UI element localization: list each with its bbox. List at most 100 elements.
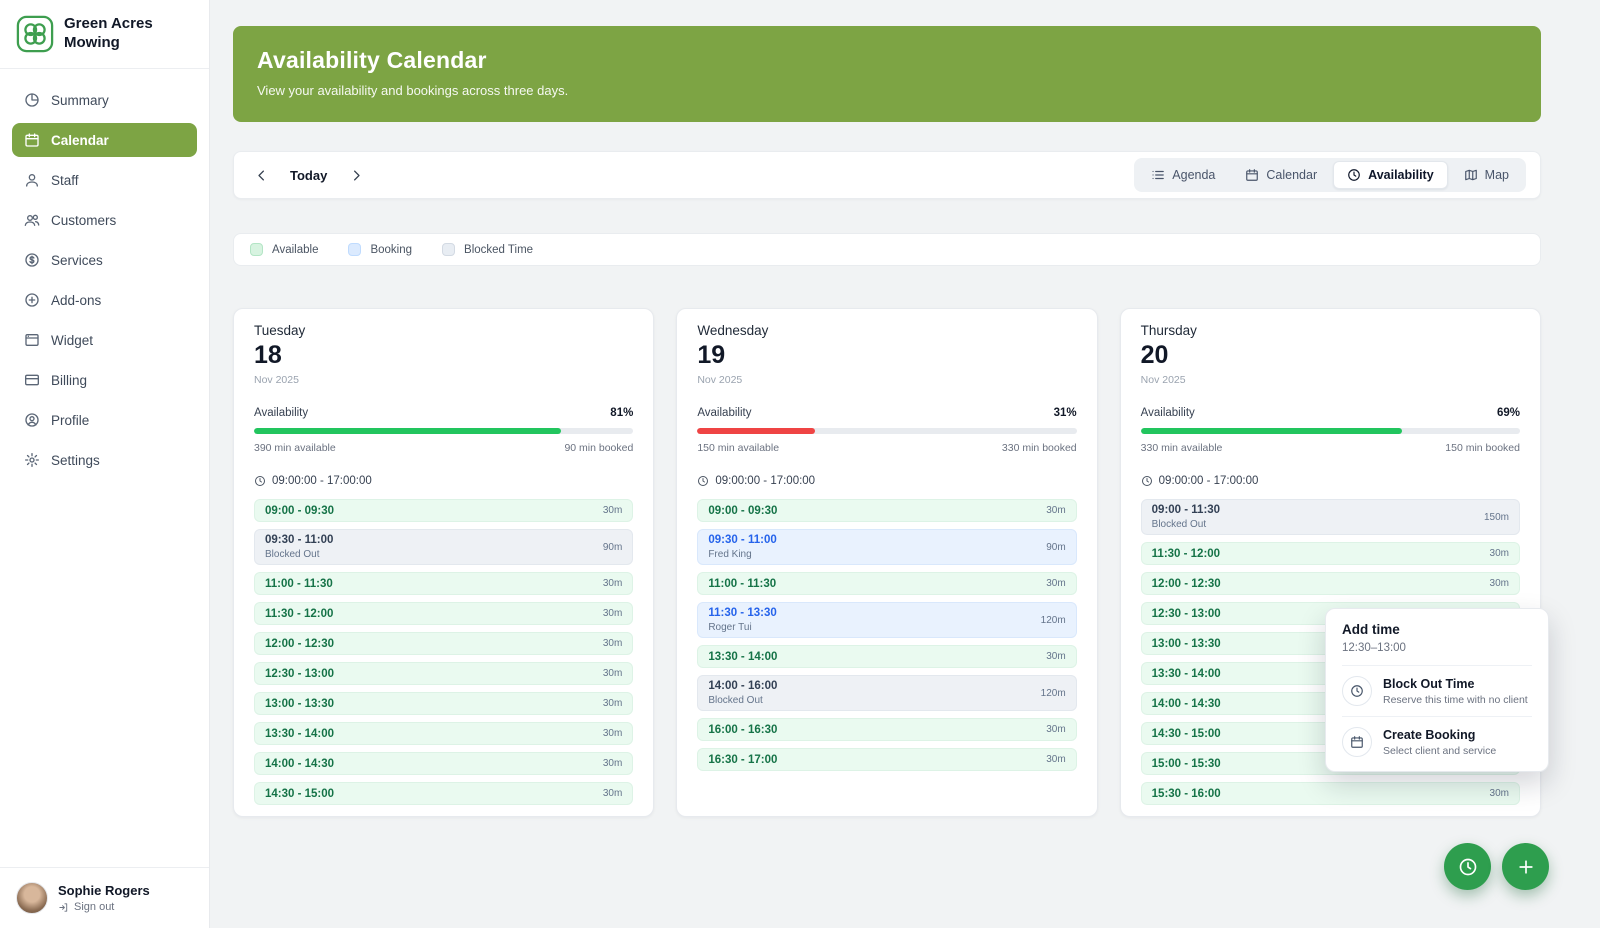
slot-duration: 30m — [603, 788, 622, 799]
person-icon — [24, 172, 40, 188]
sidebar-item-label: Summary — [51, 93, 109, 108]
time-slot-available[interactable]: 13:30 - 14:0030m — [697, 645, 1076, 668]
view-tab-map[interactable]: Map — [1450, 161, 1523, 189]
slot-time: 16:00 - 16:30 — [708, 724, 777, 736]
sign-out-link[interactable]: Sign out — [58, 901, 150, 913]
slot-time: 14:00 - 14:30 — [265, 758, 334, 770]
date-navigation: Today — [248, 162, 369, 188]
popover-options: Block Out TimeReserve this time with no … — [1342, 665, 1532, 767]
sidebar-item-summary[interactable]: Summary — [12, 83, 197, 117]
availability-progress-track — [697, 428, 1076, 434]
time-slot-available[interactable]: 12:00 - 12:3030m — [1141, 572, 1520, 595]
calendar-icon — [1245, 168, 1259, 182]
day-weekday: Wednesday — [697, 323, 1076, 338]
time-slot-blocked[interactable]: 09:30 - 11:00Blocked Out90m — [254, 529, 633, 565]
day-weekday: Tuesday — [254, 323, 633, 338]
sidebar-item-services[interactable]: Services — [12, 243, 197, 277]
view-tab-agenda[interactable]: Agenda — [1137, 161, 1229, 189]
view-tab-label: Map — [1485, 168, 1509, 182]
plus-fab-icon — [1516, 857, 1536, 877]
slot-time: 14:30 - 15:00 — [265, 788, 334, 800]
previous-day-button[interactable] — [248, 162, 274, 188]
sidebar-item-staff[interactable]: Staff — [12, 163, 197, 197]
time-slot-available[interactable]: 11:00 - 11:3030m — [254, 572, 633, 595]
time-slot-available[interactable]: 16:30 - 17:0030m — [697, 748, 1076, 771]
popover-option-desc: Reserve this time with no client — [1383, 694, 1528, 706]
clock-icon — [1342, 676, 1372, 706]
availability-label: Availability — [254, 407, 308, 419]
time-slot-available[interactable]: 09:00 - 09:3030m — [254, 499, 633, 522]
time-slot-booking[interactable]: 11:30 - 13:30Roger Tui120m — [697, 602, 1076, 638]
slot-time: 11:00 - 11:30 — [265, 578, 333, 590]
time-slot-available[interactable]: 16:00 - 16:3030m — [697, 718, 1076, 741]
time-slot-available[interactable]: 13:30 - 14:0030m — [254, 722, 633, 745]
slot-time: 09:00 - 09:30 — [708, 505, 777, 517]
sidebar-nav: Summary Calendar Staff Customers Services Add… — [0, 69, 209, 867]
sidebar-item-calendar[interactable]: Calendar — [12, 123, 197, 157]
time-slot-available[interactable]: 14:30 - 15:00 30m — [254, 782, 633, 805]
slot-time: 11:30 - 12:00 — [265, 608, 333, 620]
popover-option-label: Create Booking — [1383, 728, 1496, 742]
time-slot-available[interactable]: 12:30 - 13:0030m — [254, 662, 633, 685]
sidebar: Green Acres Mowing Summary Calendar Staff C… — [0, 0, 210, 928]
app-title: Green Acres Mowing — [64, 15, 193, 53]
slot-time: 09:00 - 09:30 — [265, 505, 334, 517]
time-slot-available[interactable]: 09:00 - 09:3030m — [697, 499, 1076, 522]
view-tab-availability[interactable]: Availability — [1333, 161, 1448, 189]
chevron-left-icon — [254, 168, 269, 183]
next-day-button[interactable] — [343, 162, 369, 188]
popover-option-create-booking[interactable]: Create BookingSelect client and service — [1342, 716, 1532, 767]
day-month-year: Nov 2025 — [254, 374, 633, 386]
today-button[interactable]: Today — [290, 168, 327, 183]
add-fab[interactable] — [1502, 843, 1549, 890]
popover-option-block-out-time[interactable]: Block Out TimeReserve this time with no … — [1342, 665, 1532, 716]
sidebar-item-customers[interactable]: Customers — [12, 203, 197, 237]
min-booked: 330 min booked — [1002, 442, 1077, 454]
view-tab-calendar[interactable]: Calendar — [1231, 161, 1331, 189]
slot-time: 12:30 - 13:00 — [1152, 608, 1221, 620]
slot-time: 13:00 - 13:30 — [265, 698, 334, 710]
sidebar-item-add-ons[interactable]: Add-ons — [12, 283, 197, 317]
sidebar-item-widget[interactable]: Widget — [12, 323, 197, 357]
min-available: 150 min available — [697, 442, 779, 454]
main-content: Availability Calendar View your availabi… — [210, 0, 1600, 928]
sidebar-item-billing[interactable]: Billing — [12, 363, 197, 397]
working-hours-text: 09:00:00 - 17:00:00 — [1159, 475, 1259, 487]
slot-time: 09:30 - 11:00 — [265, 534, 333, 546]
slot-time: 15:30 - 16:00 — [1152, 788, 1221, 800]
sidebar-item-settings[interactable]: Settings — [12, 443, 197, 477]
sidebar-item-label: Services — [51, 253, 103, 268]
slot-time: 09:00 - 11:30 — [1152, 504, 1220, 516]
slot-duration: 90m — [1046, 542, 1065, 553]
time-slot-available[interactable]: 15:30 - 16:0030m — [1141, 782, 1520, 805]
slot-time: 13:30 - 14:00 — [708, 651, 777, 663]
legend-item-booking[interactable]: Booking — [348, 243, 412, 256]
legend-item-available[interactable]: Available — [250, 243, 318, 256]
time-slot-available[interactable]: 11:00 - 11:3030m — [697, 572, 1076, 595]
time-slot-available[interactable]: 12:00 - 12:3030m — [254, 632, 633, 655]
availability-fab[interactable] — [1444, 843, 1491, 890]
time-slot-available[interactable]: 11:30 - 12:0030m — [1141, 542, 1520, 565]
slot-duration: 30m — [1490, 548, 1509, 559]
legend-item-blocked-time[interactable]: Blocked Time — [442, 243, 533, 256]
slot-note: Fred King — [708, 549, 776, 560]
time-slot-available[interactable]: 14:00 - 14:3030m — [254, 752, 633, 775]
window-icon — [24, 332, 40, 348]
slot-time: 14:30 - 15:00 — [1152, 728, 1221, 740]
clock-icon — [1141, 475, 1153, 487]
dollar-icon — [24, 252, 40, 268]
clock-icon — [1347, 168, 1361, 182]
day-date: 20 — [1141, 341, 1520, 370]
sidebar-item-profile[interactable]: Profile — [12, 403, 197, 437]
sidebar-item-label: Profile — [51, 413, 89, 428]
availability-percent: 31% — [1054, 407, 1077, 419]
time-slot-blocked[interactable]: 14:00 - 16:00Blocked Out120m — [697, 675, 1076, 711]
time-slot-booking[interactable]: 09:30 - 11:00Fred King90m — [697, 529, 1076, 565]
time-slot-blocked[interactable]: 09:00 - 11:30Blocked Out150m — [1141, 499, 1520, 535]
day-card-tuesday: Tuesday18Nov 2025Availability81%390 min … — [233, 308, 654, 817]
page-title: Availability Calendar — [257, 47, 1517, 74]
time-slot-available[interactable]: 11:30 - 12:0030m — [254, 602, 633, 625]
list-icon — [1151, 168, 1165, 182]
time-slot-available[interactable]: 13:00 - 13:3030m — [254, 692, 633, 715]
sidebar-item-label: Add-ons — [51, 293, 101, 308]
